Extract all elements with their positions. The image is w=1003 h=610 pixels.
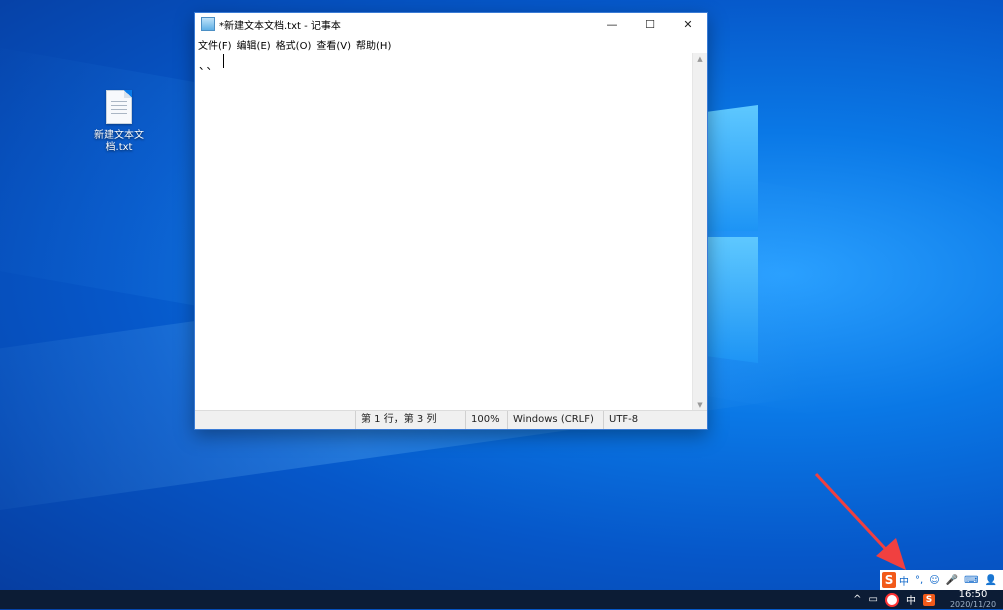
tray-ime-indicator[interactable]: 中 [906, 592, 916, 607]
text-caret [223, 54, 224, 68]
tray-sogou-icon[interactable]: S [923, 593, 935, 606]
desktop-file-label: 新建文本文档.txt [94, 130, 144, 153]
menu-view[interactable]: 查看(V) [316, 37, 351, 52]
editor-content: 、、 [199, 59, 220, 72]
status-bar: 第 1 行，第 3 列 100% Windows (CRLF) UTF-8 [195, 410, 707, 429]
system-tray: ^ ▭ 中 S 16:50 2020/11/20 [853, 588, 1003, 610]
taskbar: ^ ▭ 中 S 16:50 2020/11/20 [0, 588, 1003, 610]
menu-help[interactable]: 帮助(H) [356, 37, 391, 52]
windows-logo [702, 105, 762, 365]
clock-time: 16:50 [958, 588, 988, 600]
scroll-up-icon[interactable]: ▲ [693, 53, 707, 65]
ime-toolbar[interactable]: S 中 °, ☺ 🎤 ⌨ 👤 [880, 570, 1003, 590]
logo-pane-top [702, 105, 758, 231]
record-icon[interactable] [885, 592, 899, 607]
smile-icon[interactable]: ☺ [929, 575, 939, 586]
desktop-file-icon[interactable]: 新建文本文档.txt [84, 88, 154, 154]
notepad-window[interactable]: *新建文本文档.txt - 记事本 — ☐ ✕ 文件(F) 编辑(E) 格式(O… [194, 12, 708, 430]
network-icon[interactable]: ▭ [869, 594, 878, 605]
menu-format[interactable]: 格式(O) [276, 37, 312, 52]
clock-date: 2020/11/20 [949, 599, 997, 609]
ime-mode-toggle[interactable]: 中 [899, 573, 909, 588]
menu-file[interactable]: 文件(F) [198, 37, 232, 52]
vertical-scrollbar[interactable]: ▲ ▼ [692, 53, 707, 411]
text-editor[interactable]: 、、 [195, 53, 693, 411]
status-line-ending: Windows (CRLF) [507, 411, 603, 429]
menu-bar: 文件(F) 编辑(E) 格式(O) 查看(V) 帮助(H) [195, 35, 707, 53]
mic-icon[interactable]: 🎤 [946, 575, 958, 586]
close-button[interactable]: ✕ [669, 13, 707, 35]
user-icon[interactable]: 👤 [985, 575, 997, 586]
status-zoom: 100% [465, 411, 507, 429]
chevron-up-icon[interactable]: ^ [853, 594, 861, 605]
status-encoding: UTF-8 [603, 411, 669, 429]
menu-edit[interactable]: 编辑(E) [237, 37, 271, 52]
minimize-button[interactable]: — [593, 13, 631, 35]
logo-pane-bottom [702, 237, 758, 363]
keyboard-icon[interactable]: ⌨ [964, 575, 978, 586]
text-file-icon [106, 90, 132, 124]
maximize-button[interactable]: ☐ [631, 13, 669, 35]
window-title: *新建文本文档.txt - 记事本 [219, 20, 341, 32]
red-arrow-annotation [814, 472, 906, 570]
punctuation-toggle[interactable]: °, [915, 575, 923, 586]
status-position: 第 1 行，第 3 列 [355, 411, 465, 429]
notepad-icon [201, 17, 215, 31]
taskbar-clock[interactable]: 16:50 2020/11/20 [943, 588, 1003, 610]
sogou-logo-icon[interactable]: S [882, 572, 897, 588]
title-bar[interactable]: *新建文本文档.txt - 记事本 — ☐ ✕ [195, 13, 707, 35]
